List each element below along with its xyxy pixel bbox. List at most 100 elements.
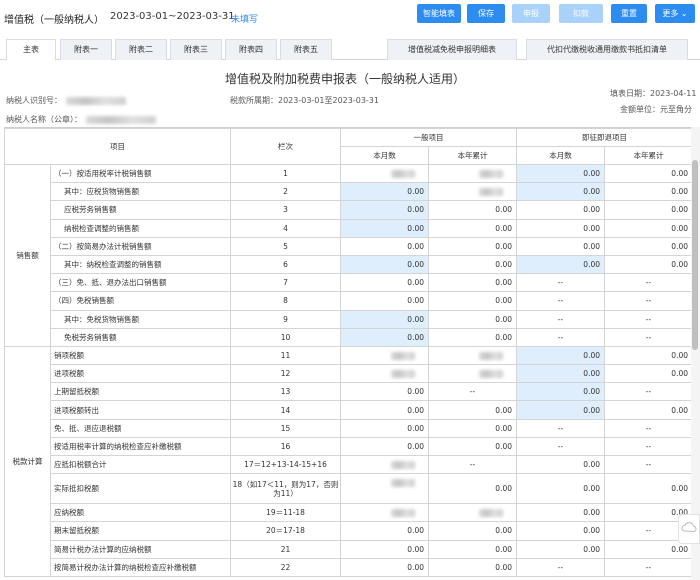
amount-cell[interactable]: 0.00 [340,327,429,347]
top-toolbar: 增值税（一般纳税人） 2023-03-01~2023-03-31 未填写 智能填… [0,0,700,32]
amount-cell[interactable]: 0.00 [340,436,429,457]
tab-schedule-4[interactable]: 附表四 [225,39,277,60]
amount-cell[interactable]: 0.00 [428,291,517,311]
amount-cell[interactable]: 0.00 [428,557,517,577]
table-row: 其中：应税货物销售额 2 0.00 0.00 0.00 [5,182,692,202]
amount-cell[interactable]: 0.00 [516,521,605,541]
amount-cell[interactable]: 0.00 [428,327,517,347]
amount-cell[interactable]: 0.00 [516,200,605,220]
amount-cell[interactable]: 0.00 [428,539,517,559]
reset-button[interactable]: 重置 [611,4,647,23]
tab-schedule-2[interactable]: 附表二 [115,39,167,60]
amount-cell[interactable]: 0.00 [516,345,605,366]
amount-cell[interactable]: 0.00 [604,163,692,184]
amount-cell[interactable]: 0.00 [516,364,605,384]
item-label: 其中：应税货物销售额 [50,182,231,202]
amount-cell[interactable]: 0.00 [604,182,692,202]
tab-main[interactable]: 主表 [6,39,56,61]
amount-cell[interactable]: 0.00 [428,418,517,438]
column-number: 13 [230,382,341,402]
tab-schedule-1[interactable]: 附表一 [60,39,112,60]
amount-cell[interactable]: 0.00 [340,236,429,256]
table-row: 实际抵扣税额 18（如17＜11，则为17，否则为11） 0.00 0.00 0.00 [5,473,692,505]
amount-cell[interactable]: 0.00 [516,382,605,402]
amount-cell[interactable]: 0.00 [516,539,605,559]
item-label: 其中：纳税检查调整的销售额 [50,254,231,275]
amount-cell[interactable]: 0.00 [340,309,429,329]
amount-cell[interactable]: 0.00 [604,236,692,256]
item-label: 简易计税办法计算的应纳税额 [50,539,231,559]
header-column-no: 栏次 [230,128,341,165]
amount-cell[interactable]: 0.00 [516,218,605,238]
tab-schedule-3[interactable]: 附表三 [170,39,222,60]
table-row: （二）按简易办法计税销售额 5 0.00 0.00 0.00 0.00 [5,236,692,256]
amount-cell[interactable]: 0.00 [340,254,429,275]
amount-cell[interactable]: 0.00 [340,382,429,402]
save-button[interactable]: 保存 [467,4,505,23]
tab-schedule-5[interactable]: 附表五 [280,39,332,60]
cloud-icon[interactable] [678,514,700,544]
amount-cell[interactable]: 0.00 [340,521,429,541]
amount-cell[interactable]: 0.00 [428,218,517,238]
amount-cell[interactable]: 0.00 [604,218,692,238]
amount-cell[interactable]: 0.00 [340,400,429,420]
amount-cell: -- [604,273,692,293]
declare-button[interactable]: 申报 [512,4,550,23]
amount-cell: -- [604,309,692,329]
redacted-value [391,351,415,360]
amount-cell[interactable]: 0.00 [604,345,692,366]
amount-cell[interactable]: 0.00 [516,473,605,505]
column-number: 6 [230,254,341,275]
amount-cell[interactable]: 0.00 [516,400,605,420]
item-label: 其中：免税货物销售额 [50,309,231,329]
deduct-button[interactable]: 扣款 [559,4,603,23]
tab-tax-relief-detail[interactable]: 增值税减免税申报明细表 [387,39,517,60]
amount-cell[interactable]: 0.00 [428,254,517,275]
amount-cell[interactable]: 0.00 [428,236,517,256]
tab-withholding-list[interactable]: 代扣代缴税收通用缴款书抵扣清单 [526,39,688,60]
fill-date: 填表日期：2023-04-11 [610,89,697,98]
item-label: 按适用税率计算的纳税检查应补缴税额 [50,436,231,457]
amount-cell[interactable]: 0.00 [340,539,429,559]
item-label: 应抵扣税额合计 [50,454,231,475]
amount-cell[interactable]: 0.00 [428,273,517,293]
amount-cell[interactable]: 0.00 [516,182,605,202]
amount-cell[interactable]: 0.00 [428,436,517,457]
amount-cell[interactable]: 0.00 [340,291,429,311]
amount-cell[interactable]: 0.00 [428,521,517,541]
redacted-value [66,96,126,105]
item-label: 上期留抵税额 [50,382,231,402]
amount-cell [428,364,517,384]
amount-cell[interactable]: 0.00 [428,200,517,220]
amount-cell[interactable]: 0.00 [516,236,605,256]
amount-cell[interactable]: 0.00 [340,218,429,238]
amount-cell[interactable]: 0.00 [428,473,517,505]
amount-cell[interactable]: 0.00 [604,254,692,275]
amount-cell[interactable]: 0.00 [340,182,429,202]
amount-cell: -- [604,382,692,402]
smart-fill-button[interactable]: 智能填表 [417,4,461,23]
amount-cell[interactable]: 0.00 [340,200,429,220]
amount-cell[interactable]: 0.00 [604,200,692,220]
amount-cell: -- [604,454,692,475]
amount-cell[interactable]: 0.00 [516,454,605,475]
column-number: 10 [230,327,341,347]
amount-cell[interactable]: 0.00 [604,400,692,420]
amount-cell[interactable]: 0.00 [516,163,605,184]
amount-cell[interactable]: 0.00 [516,254,605,275]
amount-cell [340,163,429,184]
amount-cell[interactable]: 0.00 [604,364,692,384]
amount-cell[interactable]: 0.00 [340,418,429,438]
column-number: 18（如17＜11，则为17，否则为11） [230,473,341,505]
amount-cell[interactable]: 0.00 [340,557,429,577]
scrollbar-thumb[interactable] [692,160,698,350]
more-button[interactable]: 更多 ⌄ [655,4,695,23]
amount-cell[interactable]: 0.00 [428,309,517,329]
column-number: 9 [230,309,341,329]
amount-cell[interactable]: 0.00 [428,400,517,420]
amount-cell [340,503,429,523]
amount-cell[interactable]: 0.00 [516,503,605,523]
amount-cell[interactable]: 0.00 [604,473,692,505]
amount-cell[interactable]: 0.00 [340,273,429,293]
amount-cell [428,182,517,202]
